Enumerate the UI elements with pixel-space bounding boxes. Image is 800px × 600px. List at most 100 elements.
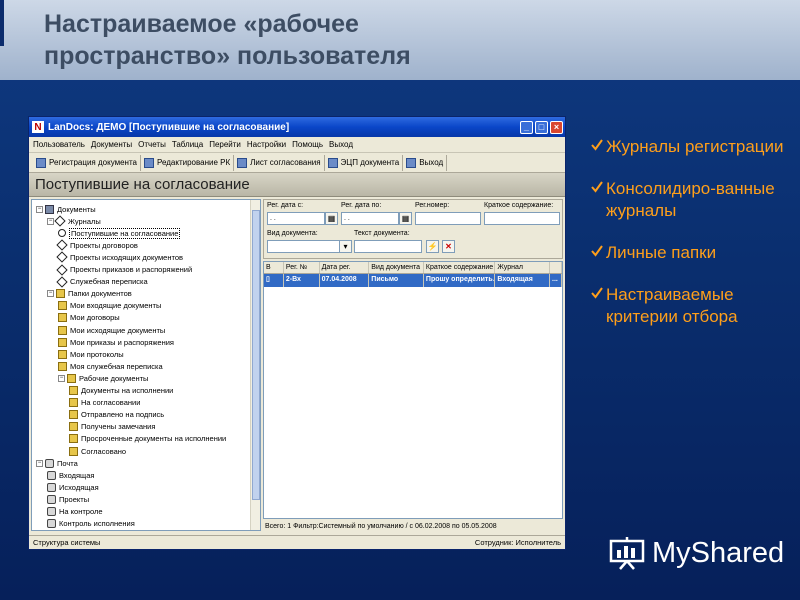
toolbar-button[interactable]: Лист согласования bbox=[234, 154, 325, 171]
collapse-icon[interactable]: − bbox=[47, 290, 54, 298]
mail-icon bbox=[47, 470, 56, 480]
feature-item-text: Журналы регистрации bbox=[606, 137, 784, 156]
tree-item[interactable]: Отправлено на подпись bbox=[69, 409, 164, 421]
reg-number-input[interactable] bbox=[415, 212, 481, 225]
collapse-icon[interactable]: − bbox=[36, 459, 43, 467]
doc-text-input[interactable] bbox=[354, 240, 422, 253]
toolbar-button[interactable]: Выход bbox=[403, 154, 448, 171]
tree-item[interactable]: − Документы bbox=[36, 203, 96, 215]
collapse-icon[interactable]: − bbox=[47, 217, 54, 225]
tree-item[interactable]: +Справочники bbox=[36, 530, 102, 531]
tree-item-label: Получены замечания bbox=[81, 422, 156, 432]
column-header[interactable]: Вид документа bbox=[369, 262, 424, 273]
tree-item[interactable]: Мои протоколы bbox=[58, 348, 124, 360]
tree-item[interactable]: Мои входящие документы bbox=[58, 300, 161, 312]
menu-item[interactable]: Пользователь bbox=[33, 140, 85, 149]
menu-item[interactable]: Отчеты bbox=[138, 140, 166, 149]
tree-item[interactable]: Исходящая bbox=[47, 481, 99, 493]
documents-grid: В Рег. № Дата рег. Вид документа Краткое сод… bbox=[263, 261, 563, 519]
table-cell: Письмо bbox=[369, 274, 424, 287]
table-cell: 2-Вх bbox=[284, 274, 320, 287]
tree-item[interactable]: Проекты договоров bbox=[56, 239, 138, 251]
collapse-icon[interactable]: − bbox=[36, 205, 43, 213]
tree-item[interactable]: Входящая bbox=[47, 469, 94, 481]
window-titlebar[interactable]: N LanDocs: ДЕМО [Поступившие на согласов… bbox=[29, 117, 565, 137]
toolbar-button[interactable]: ЭЦП документа bbox=[325, 154, 404, 171]
tree-item[interactable]: Мои договоры bbox=[58, 312, 120, 324]
tree-item[interactable]: − Почта bbox=[36, 457, 78, 469]
menu-item[interactable]: Таблица bbox=[172, 140, 203, 149]
diamond-icon bbox=[54, 215, 66, 227]
feature-item: Консолидиро-ванные журналы bbox=[590, 178, 800, 222]
tree-item-label: Рабочие документы bbox=[79, 373, 149, 383]
tree-item-label: Мои протоколы bbox=[70, 349, 124, 359]
column-header[interactable]: Дата рег. bbox=[320, 262, 370, 273]
calendar-icon[interactable]: ▦ bbox=[325, 212, 338, 225]
close-icon[interactable]: × bbox=[550, 120, 563, 134]
menu-item[interactable]: Выход bbox=[329, 140, 353, 149]
tree-item[interactable]: Просроченные документы на исполнении bbox=[69, 433, 226, 445]
collapse-icon[interactable]: − bbox=[58, 374, 65, 382]
column-header[interactable]: Журнал bbox=[495, 262, 551, 273]
tree-item[interactable]: Моя служебная переписка bbox=[58, 360, 163, 372]
reg-date-to-label: Рег. дата по: bbox=[341, 202, 382, 209]
feature-item-text: Консолидиро-ванные журналы bbox=[606, 179, 775, 220]
feature-item-text: Настраиваемые критерии отбора bbox=[606, 285, 738, 326]
tree-item-label: Мои входящие документы bbox=[70, 301, 162, 311]
tree-item[interactable]: На согласовании bbox=[69, 397, 140, 409]
reg-date-from-label: Рег. дата с: bbox=[267, 202, 304, 209]
tree-item[interactable]: Поступившие на согласование bbox=[58, 227, 181, 239]
menu-item[interactable]: Перейти bbox=[209, 140, 241, 149]
statusbar-right: Сотрудник: Исполнитель bbox=[474, 538, 561, 547]
table-row[interactable]: ▯ 2-Вх 07.04.2008 Письмо Прошу определить… Вх… bbox=[264, 274, 562, 287]
tree-item[interactable]: − Журналы bbox=[47, 215, 101, 227]
menu-item[interactable]: Помощь bbox=[292, 140, 323, 149]
content-area: − Документы − Журналы Поступившие на согласо… bbox=[31, 199, 563, 533]
window-statusbar: Структура системы Сотрудник: Исполнитель bbox=[29, 535, 565, 549]
tree-item-label: На согласовании bbox=[81, 398, 141, 408]
tree-item[interactable]: − Рабочие документы bbox=[58, 372, 148, 384]
tree-item[interactable]: На контроле bbox=[47, 506, 103, 518]
reg-date-from-input[interactable]: . . bbox=[267, 212, 325, 225]
checkmark-icon bbox=[591, 139, 603, 151]
menu-item[interactable]: Настройки bbox=[247, 140, 286, 149]
column-header[interactable]: Рег. № bbox=[284, 262, 320, 273]
tree-item[interactable]: − Папки документов bbox=[47, 288, 132, 300]
calendar-icon[interactable]: ▦ bbox=[399, 212, 412, 225]
tree-item[interactable]: Проекты исходящих документов bbox=[56, 251, 183, 264]
diamond-icon bbox=[56, 263, 68, 276]
tree-item[interactable]: Служебная переписка bbox=[56, 275, 148, 288]
column-header[interactable]: В bbox=[264, 262, 284, 273]
toolbar-button[interactable]: Регистрация документа bbox=[33, 154, 141, 171]
tree-item[interactable]: Документы на исполнении bbox=[69, 385, 173, 397]
chevron-down-icon[interactable]: ▾ bbox=[339, 240, 352, 253]
diamond-icon bbox=[56, 251, 68, 264]
reg-date-to-input[interactable]: . . bbox=[341, 212, 399, 225]
column-header[interactable] bbox=[550, 262, 562, 273]
tree-item[interactable]: Проекты приказов и распоряжений bbox=[56, 263, 192, 276]
tree-item[interactable]: Получены замечания bbox=[69, 421, 155, 433]
apply-filter-icon[interactable]: ⚡ bbox=[426, 240, 439, 253]
tree-scroll-thumb[interactable] bbox=[252, 210, 260, 500]
tree-item[interactable]: Мои приказы и распоряжения bbox=[58, 336, 174, 348]
tree-item[interactable]: Согласовано bbox=[69, 445, 126, 457]
table-cell: 07.04.2008 bbox=[320, 274, 370, 287]
toolbar-button[interactable]: Редактирование РК bbox=[141, 154, 235, 171]
tree-item[interactable]: Мои исходящие документы bbox=[58, 324, 165, 336]
attachment-icon: ▯ bbox=[264, 274, 284, 287]
minimize-icon[interactable]: _ bbox=[520, 120, 533, 134]
folder-icon bbox=[69, 398, 78, 408]
toolbar-document-icon bbox=[327, 157, 338, 168]
tree-item[interactable]: Контроль исполнения bbox=[47, 518, 135, 530]
table-cell: Входящая bbox=[495, 274, 551, 287]
menu-item[interactable]: Документы bbox=[91, 140, 132, 149]
tree-item-label: Просроченные документы на исполнении bbox=[81, 434, 227, 444]
grid-status: Всего: 1 Фильтр:Системный по умолчанию /… bbox=[263, 521, 563, 533]
tree-item[interactable]: Проекты bbox=[47, 493, 89, 505]
tree-scrollbar[interactable] bbox=[250, 200, 260, 530]
column-header[interactable]: Краткое содержание bbox=[424, 262, 496, 273]
summary-input[interactable] bbox=[484, 212, 560, 225]
clear-filter-icon[interactable]: ✕ bbox=[442, 240, 455, 253]
toolbar-document-icon bbox=[36, 157, 46, 168]
maximize-icon[interactable]: □ bbox=[535, 120, 548, 134]
